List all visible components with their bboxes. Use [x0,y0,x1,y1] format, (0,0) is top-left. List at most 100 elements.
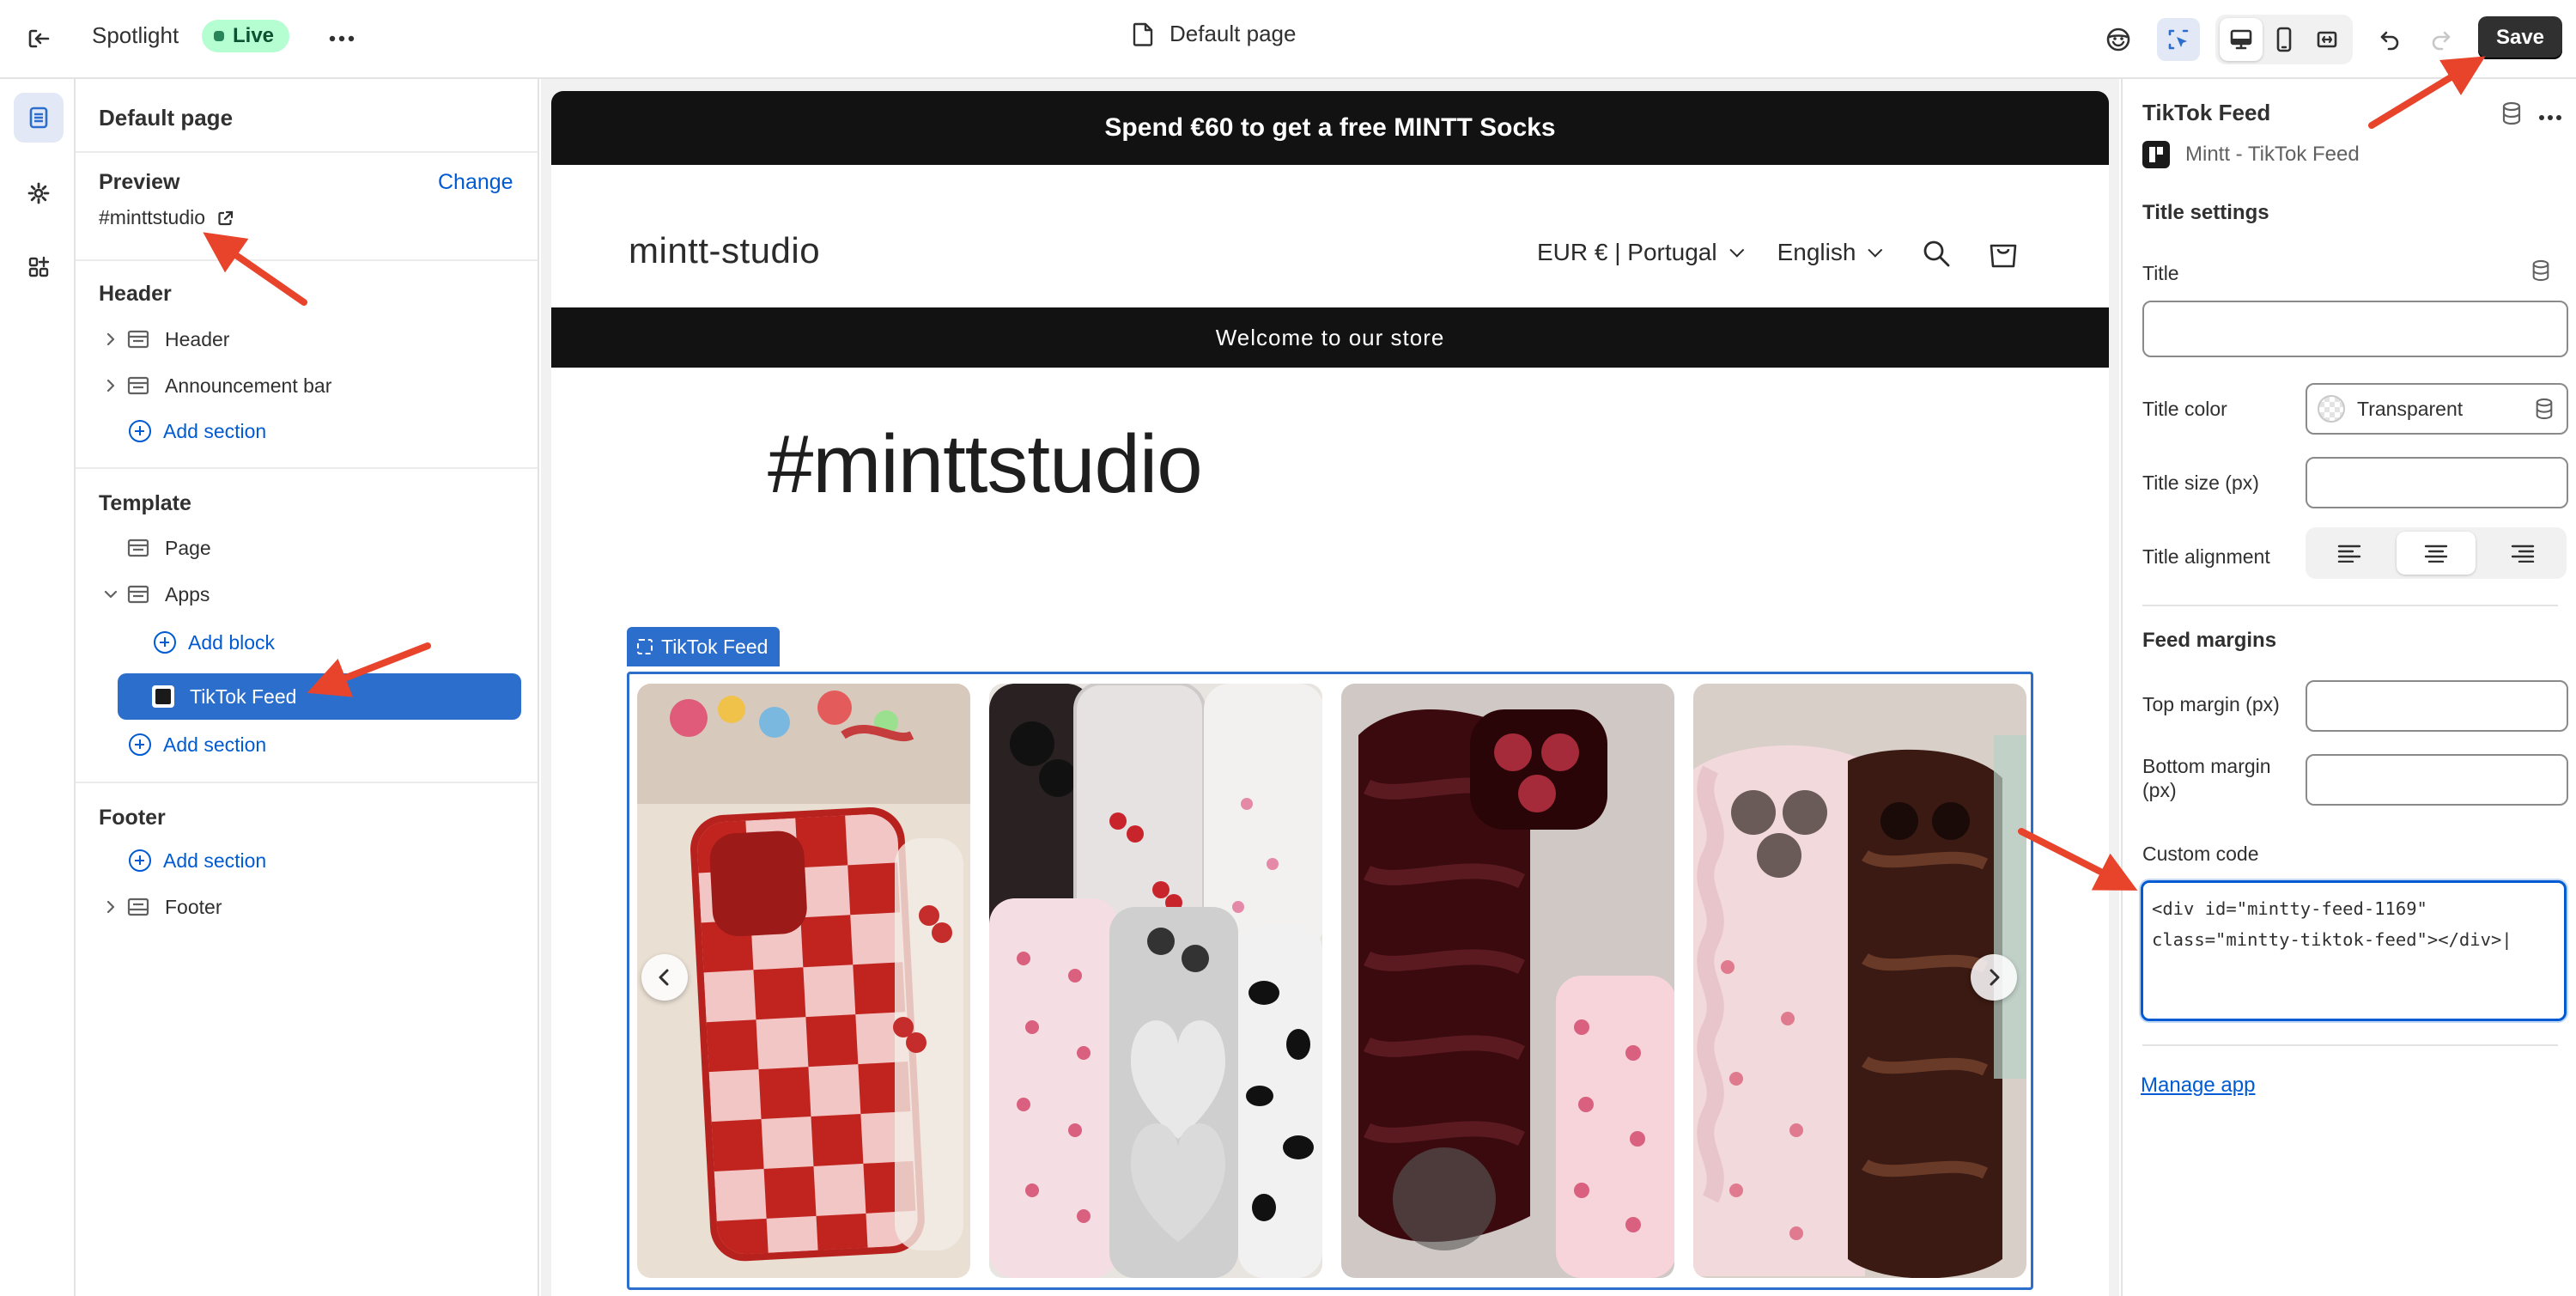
block-frame-icon [637,639,653,654]
apps-icon[interactable] [14,242,64,292]
section-announcement-bar[interactable]: Announcement bar [98,365,331,406]
page-heading: #minttstudio [768,418,1203,510]
more-options-icon[interactable] [2538,110,2562,125]
live-label: Live [233,24,275,47]
block-tag-label: TikTok Feed [661,635,769,658]
template-group-heading: Template [99,491,191,515]
announcement-bar[interactable]: Welcome to our store [551,307,2109,368]
preview-target-value: #minttstudio [99,206,206,228]
settings-title: TikTok Feed [2142,100,2271,125]
section-label: Page [165,536,211,559]
plus-circle-icon [129,420,151,442]
plus-circle-icon [129,849,151,872]
divider [2142,1044,2558,1046]
title-size-label: Title size (px) [2142,472,2259,494]
add-block-button[interactable]: Add block [154,625,275,660]
chevron-down-icon[interactable] [98,589,124,599]
search-icon[interactable] [1917,234,1956,273]
section-icon [124,894,153,920]
title-size-input[interactable] [2306,457,2568,508]
plus-circle-icon [129,733,151,756]
title-color-picker[interactable]: Transparent [2306,383,2568,435]
store-localization: EUR € | Portugal English [1537,239,1904,266]
section-icon [124,326,153,352]
title-field-label: Title [2142,262,2179,284]
redo-icon[interactable] [2420,18,2463,61]
section-page[interactable]: Page [98,527,211,569]
block-tiktok-feed[interactable]: TikTok Feed [118,673,521,720]
title-alignment-control [2306,527,2567,579]
divider [76,151,538,153]
inspector-icon[interactable] [2157,18,2200,61]
currency-selector[interactable]: EUR € | Portugal [1537,239,1717,266]
section-label: Header [165,327,230,350]
left-rail [0,79,76,1296]
custom-code-textarea[interactable]: <div id="mintty-feed-1169" class="mintty… [2141,880,2567,1021]
section-label: Apps [165,582,210,605]
change-preview-link[interactable]: Change [438,170,513,195]
transparent-swatch-icon [2318,395,2345,423]
header-group-heading: Header [99,282,172,306]
app-block-icon [152,685,174,708]
feed-video-thumbnail[interactable] [1341,684,1674,1278]
add-section-label: Add section [163,419,267,442]
section-apps[interactable]: Apps [98,574,210,615]
add-section-footer-button[interactable]: Add section [129,843,266,878]
divider [76,259,538,261]
feed-video-thumbnail[interactable] [989,684,1322,1278]
section-icon [124,373,153,399]
page-picker[interactable]: Default page [1132,21,1296,47]
store-logo[interactable]: mintt-studio [629,230,820,271]
tiktok-feed-carousel[interactable] [627,672,2033,1290]
mobile-view-icon[interactable] [2263,18,2306,61]
chevron-down-icon [1868,242,1883,258]
top-bar: Spotlight Live Default page Save [0,0,2576,79]
manage-app-link[interactable]: Manage app [2141,1074,2255,1098]
add-block-label: Add block [188,630,276,654]
selected-block-tag[interactable]: TikTok Feed [627,627,781,666]
chevron-right-icon[interactable] [98,332,124,346]
desktop-view-icon[interactable] [2220,18,2263,61]
theme-name: Spotlight [92,22,179,48]
carousel-prev-button[interactable] [641,954,688,1001]
custom-code-label: Custom code [2142,843,2259,865]
add-section-label: Add section [163,849,267,872]
align-right-icon[interactable] [2483,532,2562,575]
accessibility-icon[interactable] [2097,18,2140,61]
live-dot-icon [214,31,224,41]
dynamic-source-icon[interactable] [2500,101,2523,130]
sections-icon[interactable] [14,93,64,143]
top-margin-input[interactable] [2306,680,2568,732]
more-actions-icon[interactable] [322,19,361,58]
dynamic-source-icon[interactable] [2534,398,2555,420]
section-icon [124,581,153,607]
preview-target-link[interactable]: #minttstudio [99,206,234,229]
add-section-template-button[interactable]: Add section [129,727,266,762]
settings-gear-icon[interactable] [14,168,64,218]
chevron-right-icon[interactable] [98,379,124,392]
language-selector[interactable]: English [1777,239,1856,266]
live-status-badge: Live [202,20,290,52]
title-input[interactable] [2142,301,2568,357]
section-footer[interactable]: Footer [98,886,222,928]
viewport-switcher [2215,15,2353,64]
save-button[interactable]: Save [2478,16,2562,59]
bottom-margin-input[interactable] [2306,754,2568,806]
align-left-icon[interactable] [2310,532,2389,575]
top-margin-label: Top margin (px) [2142,693,2280,715]
align-center-icon[interactable] [2397,532,2476,575]
bottom-margin-label: Bottom margin (px) [2142,755,2271,801]
undo-icon[interactable] [2368,18,2411,61]
title-alignment-label: Title alignment [2142,545,2270,568]
chevron-right-icon[interactable] [98,900,124,914]
section-header[interactable]: Header [98,319,229,360]
external-link-icon [218,210,234,225]
section-icon [124,535,153,561]
promo-banner[interactable]: Spend €60 to get a free MINTT Socks [551,91,2109,165]
cart-icon[interactable] [1984,234,2023,273]
fullscreen-view-icon[interactable] [2306,18,2348,61]
exit-icon[interactable] [19,19,58,58]
dynamic-source-icon[interactable] [2530,259,2551,286]
carousel-next-button[interactable] [1971,954,2017,1001]
add-section-header-button[interactable]: Add section [129,414,266,448]
